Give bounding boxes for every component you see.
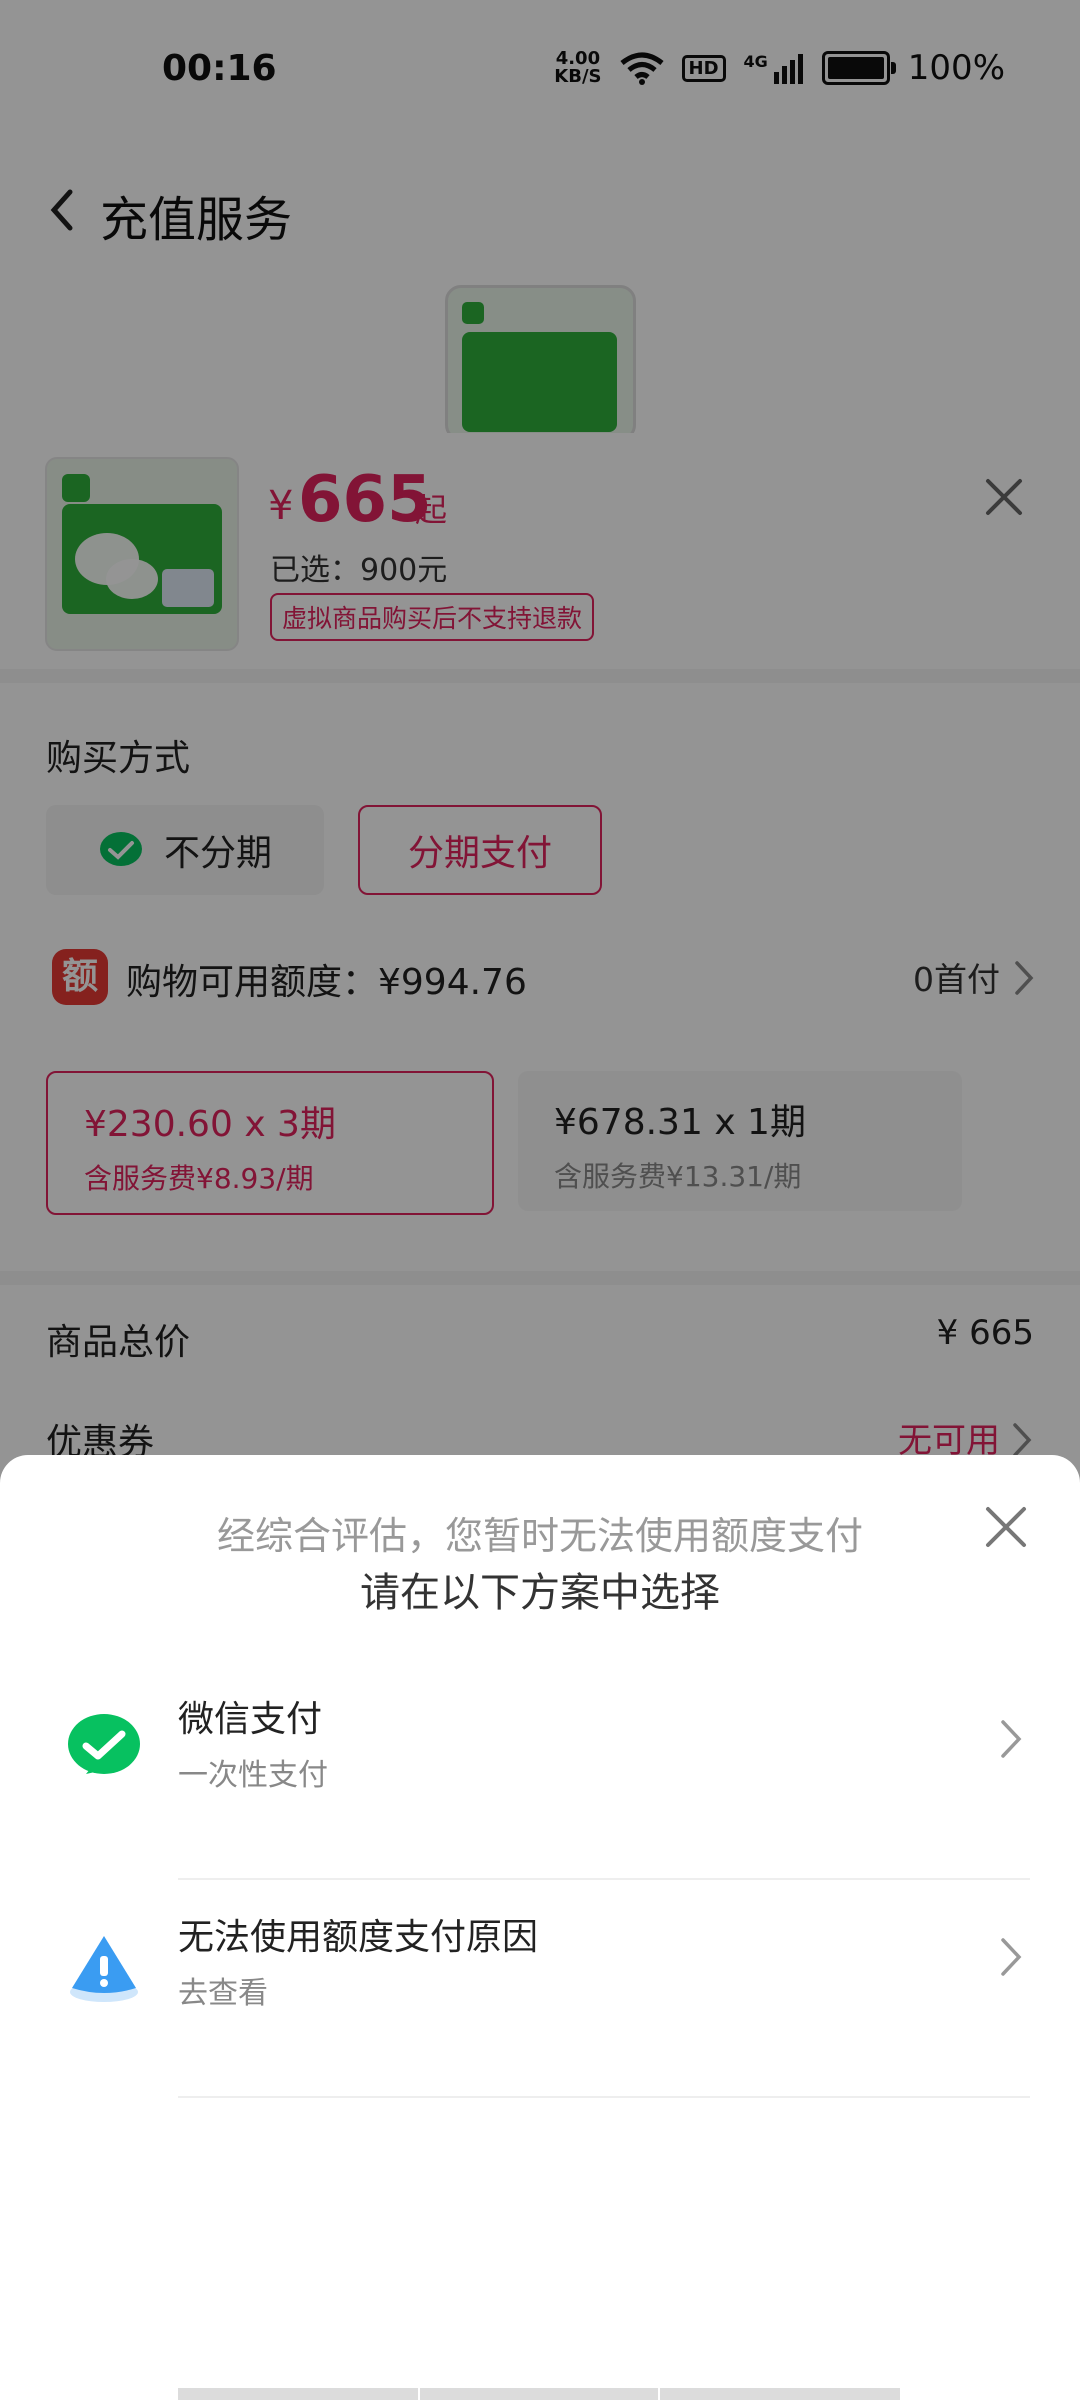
- wechat-pay-icon: [68, 1714, 140, 1774]
- option-subtitle: 一次性支付: [178, 1758, 328, 1793]
- payment-choice-dialog: 经综合评估，您暂时无法使用额度支付 请在以下方案中选择 微信支付 一次性支付 无…: [0, 1455, 1080, 2400]
- nav-bar-segment: [420, 2388, 658, 2400]
- close-icon[interactable]: [982, 1503, 1030, 1551]
- dialog-message: 经综合评估，您暂时无法使用额度支付: [216, 1514, 863, 1558]
- wechat-pay-option[interactable]: 微信支付 一次性支付: [0, 1660, 1080, 1880]
- row-divider: [178, 2096, 1030, 2098]
- warning-icon: [70, 1936, 138, 2002]
- chevron-right-icon: [1001, 1720, 1022, 1758]
- nav-bar-segment: [660, 2388, 900, 2400]
- option-title: 微信支付: [178, 1699, 323, 1740]
- nav-bar-segment: [178, 2388, 418, 2400]
- dialog-subtitle: 请在以下方案中选择: [360, 1570, 720, 1616]
- option-title: 无法使用额度支付原因: [178, 1917, 539, 1958]
- quota-reason-option[interactable]: 无法使用额度支付原因 去查看: [0, 1878, 1080, 2098]
- option-subtitle: 去查看: [178, 1976, 268, 2011]
- chevron-right-icon: [1001, 1938, 1022, 1976]
